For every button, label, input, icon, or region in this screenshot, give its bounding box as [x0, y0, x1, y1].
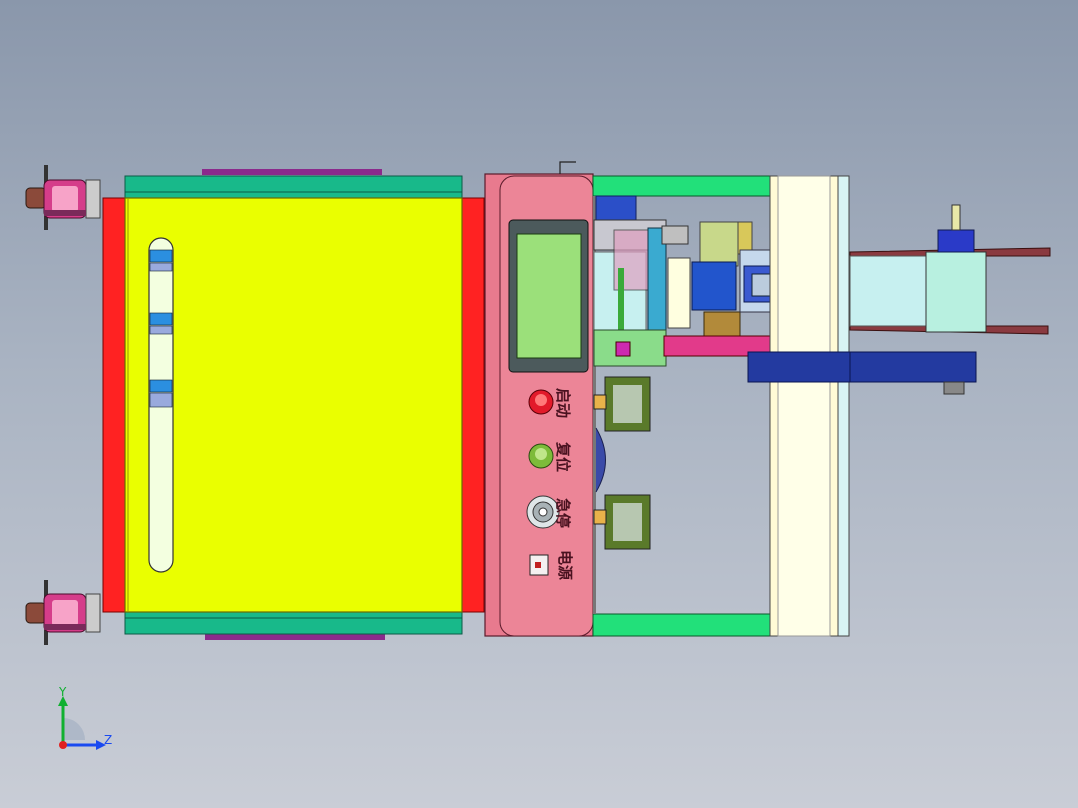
start-button-icon[interactable] — [528, 389, 554, 415]
top-fin-row — [202, 169, 382, 175]
power-label: 电源 — [556, 550, 574, 580]
reset-label: 复位 — [554, 441, 572, 472]
fixture-block-upper — [593, 376, 651, 432]
top-green-rail — [124, 175, 463, 199]
y-axis-label: Y — [58, 685, 67, 699]
fixture-block-lower — [593, 494, 651, 550]
machine-drawing: 启动 复位 急停 电源 Y Z — [25, 161, 1051, 750]
tape-roll-assembly — [849, 204, 1051, 395]
yellow-tray — [124, 197, 463, 613]
caster-wheel-icon — [25, 580, 101, 645]
caster-wheel-icon — [25, 165, 101, 230]
estop-label: 急停 — [554, 498, 572, 528]
bottom-fin-row — [205, 634, 385, 640]
cad-viewport[interactable]: 启动 复位 急停 电源 Y Z — [0, 0, 1078, 808]
control-panel: 启动 复位 急停 电源 — [484, 161, 594, 637]
start-label: 启动 — [554, 388, 572, 418]
conveyor-unit — [747, 175, 851, 637]
power-switch-icon[interactable] — [529, 554, 549, 576]
axis-triad-icon: Y Z — [58, 685, 112, 750]
reset-button-icon[interactable] — [528, 443, 554, 469]
right-red-rail — [461, 197, 485, 613]
left-red-rail — [102, 197, 126, 613]
feed-tray-assembly — [102, 169, 485, 640]
z-axis-label: Z — [104, 733, 112, 747]
bottom-green-rail — [124, 611, 463, 635]
